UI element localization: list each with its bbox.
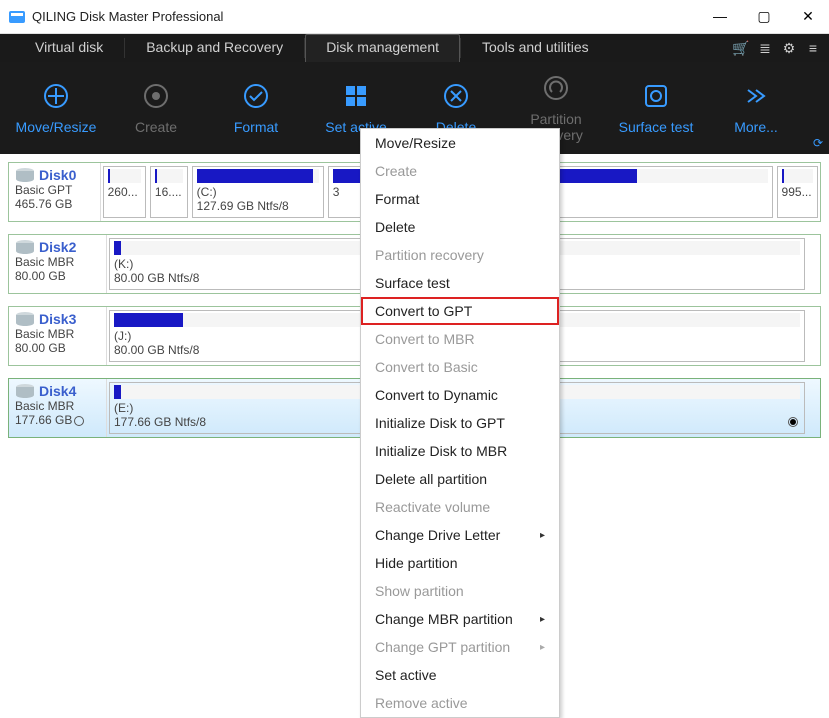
menu-item[interactable]: Initialize Disk to MBR <box>361 437 559 465</box>
menu-item[interactable]: Convert to Dynamic <box>361 381 559 409</box>
menu-item[interactable]: Convert to GPT <box>361 297 559 325</box>
disk-icon <box>15 311 35 327</box>
toolbar-delete[interactable]: Delete <box>406 81 506 135</box>
disk-icon <box>15 383 35 399</box>
list-icon[interactable]: ≣ <box>753 34 777 62</box>
menu-item: Remove active <box>361 689 559 717</box>
disk-info: Disk4Basic MBR177.66 GB <box>9 379 107 437</box>
menu-item[interactable]: Delete <box>361 213 559 241</box>
partition[interactable]: 995... <box>777 166 818 218</box>
disk-icon <box>15 167 35 183</box>
partition[interactable]: 16.... <box>150 166 188 218</box>
partition-recovery-icon <box>506 73 606 103</box>
disk-type: Basic GPT <box>15 183 72 197</box>
more-icon <box>706 81 806 111</box>
disk-info: Disk0Basic GPT465.76 GB <box>9 163 101 221</box>
menu-item[interactable]: Hide partition <box>361 549 559 577</box>
context-menu: Move/ResizeCreateFormatDeletePartition r… <box>360 128 560 718</box>
partition-label: 995... <box>782 185 813 199</box>
create-icon <box>106 81 206 111</box>
close-button[interactable]: ✕ <box>795 8 821 25</box>
disk-name: Disk0 <box>39 167 76 183</box>
surface-test-icon <box>606 81 706 111</box>
menu-item[interactable]: Format <box>361 185 559 213</box>
refresh-icon[interactable]: ⟳ <box>813 136 823 150</box>
toolbar-move-resize[interactable]: Move/Resize <box>6 81 106 135</box>
menu-item[interactable]: Move/Resize <box>361 129 559 157</box>
toolbar-format[interactable]: Format <box>206 81 306 135</box>
menu-item: Convert to Basic <box>361 353 559 381</box>
partition-label: 16.... <box>155 185 183 199</box>
tab-tools-utilities[interactable]: Tools and utilities <box>461 34 610 62</box>
menu-item[interactable]: Delete all partition <box>361 465 559 493</box>
partition-letter: (C:) <box>197 185 319 199</box>
disk-info: Disk3Basic MBR80.00 GB <box>9 307 107 365</box>
main-tabbar: Virtual disk Backup and Recovery Disk ma… <box>0 34 829 62</box>
disk-size: 80.00 GB <box>15 269 66 283</box>
menu-item[interactable]: Change MBR partition <box>361 605 559 633</box>
gear-icon[interactable]: ⚙ <box>777 34 801 62</box>
toolbar-create: Create <box>106 81 206 135</box>
maximize-button[interactable]: ▢ <box>751 8 777 25</box>
disk-type: Basic MBR <box>15 327 74 341</box>
titlebar: QILING Disk Master Professional — ▢ ✕ <box>0 0 829 34</box>
partition[interactable]: 260... <box>103 166 146 218</box>
tab-disk-management[interactable]: Disk management <box>305 34 460 62</box>
toolbar-surface-test[interactable]: Surface test <box>606 81 706 135</box>
cart-icon[interactable]: 🛒 <box>729 34 753 62</box>
menu-item: Convert to MBR <box>361 325 559 353</box>
toolbar-set-active[interactable]: Set active <box>306 81 406 135</box>
menu-item[interactable]: Initialize Disk to GPT <box>361 409 559 437</box>
disk-icon <box>15 239 35 255</box>
app-logo <box>8 8 26 26</box>
menu-item[interactable]: Change Drive Letter <box>361 521 559 549</box>
tab-virtual-disk[interactable]: Virtual disk <box>14 34 124 62</box>
disk-info: Disk2Basic MBR80.00 GB <box>9 235 107 293</box>
move-resize-icon <box>6 81 106 111</box>
format-icon <box>206 81 306 111</box>
menu-item[interactable]: Set active <box>361 661 559 689</box>
set-active-icon <box>306 81 406 111</box>
disk-name: Disk2 <box>39 239 76 255</box>
minimize-button[interactable]: — <box>707 8 733 25</box>
menu-item: Reactivate volume <box>361 493 559 521</box>
disk-type: Basic MBR <box>15 399 74 413</box>
disk-size: 80.00 GB <box>15 341 66 355</box>
disk-size: 465.76 GB <box>15 197 72 211</box>
toolbar-more[interactable]: More... <box>706 81 806 135</box>
radio-indicator <box>74 416 84 426</box>
window-controls: — ▢ ✕ <box>707 8 821 25</box>
menu-icon[interactable]: ≡ <box>801 34 825 62</box>
tab-backup-recovery[interactable]: Backup and Recovery <box>125 34 304 62</box>
radio-indicator <box>788 417 798 427</box>
disk-size: 177.66 GB <box>15 413 72 427</box>
menu-item[interactable]: Surface test <box>361 269 559 297</box>
disk-type: Basic MBR <box>15 255 74 269</box>
menu-item: Show partition <box>361 577 559 605</box>
delete-icon <box>406 81 506 111</box>
menu-item: Change GPT partition <box>361 633 559 661</box>
menu-item: Partition recovery <box>361 241 559 269</box>
menu-item: Create <box>361 157 559 185</box>
disk-name: Disk3 <box>39 311 76 327</box>
app-title: QILING Disk Master Professional <box>32 9 707 24</box>
partition[interactable]: (C:)127.69 GB Ntfs/8 <box>192 166 324 218</box>
partition-label: 260... <box>108 185 141 199</box>
partition-label: 127.69 GB Ntfs/8 <box>197 199 319 213</box>
disk-name: Disk4 <box>39 383 76 399</box>
